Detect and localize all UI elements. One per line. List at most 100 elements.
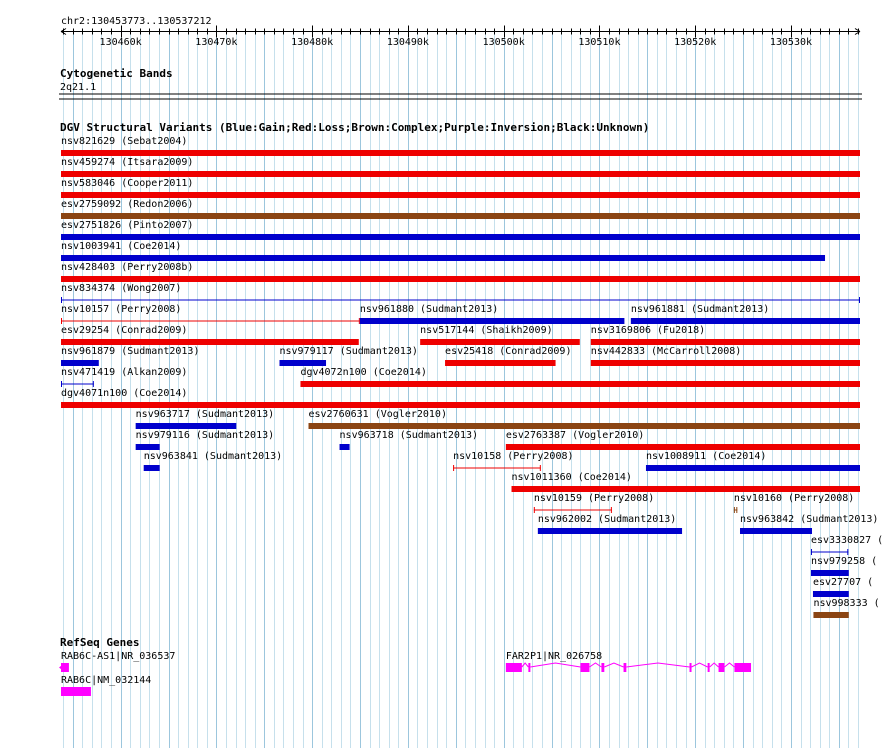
dgv-feature[interactable]: esv3330827 (	[810, 535, 883, 555]
dgv-feature-bar[interactable]	[445, 360, 556, 366]
dgv-feature-bar[interactable]	[61, 234, 860, 240]
refseq-exon[interactable]	[623, 663, 627, 672]
dgv-feature-bar[interactable]	[61, 192, 860, 198]
dgv-feature[interactable]: esv2760631 (Vogler2010)	[308, 409, 860, 429]
dgv-feature-bar[interactable]	[645, 465, 860, 471]
refseq-exon[interactable]	[689, 663, 692, 672]
ruler-tick-label: 130490k	[387, 37, 429, 48]
dgv-feature[interactable]: nsv10157 (Perry2008)	[61, 304, 360, 324]
refseq-exon[interactable]	[718, 663, 725, 672]
dgv-feature-bar[interactable]	[505, 444, 860, 450]
dgv-feature[interactable]: nsv979117 (Sudmant2013)	[279, 346, 418, 366]
dgv-feature[interactable]: nsv962002 (Sudmant2013)	[537, 514, 683, 534]
refseq-exon[interactable]	[505, 663, 522, 672]
dgv-feature-bar[interactable]	[300, 381, 860, 387]
dgv-feature[interactable]: nsv471419 (Alkan2009)	[61, 367, 187, 387]
refseq-gene[interactable]: RAB6C-AS1|NR_036537	[59, 651, 175, 672]
dgv-feature-bar[interactable]	[61, 402, 860, 408]
dgv-feature[interactable]: nsv1011360 (Coe2014)	[511, 472, 860, 492]
dgv-feature-bar[interactable]	[61, 150, 860, 156]
dgv-feature-bar[interactable]	[279, 360, 327, 366]
coordinate-ruler[interactable]: 130460k 130470k 130480k 130490k 130500k 13051…	[60, 25, 861, 49]
dgv-feature-bar[interactable]	[61, 213, 860, 219]
dgv-feature[interactable]: nsv10158 (Perry2008)	[453, 451, 574, 471]
dgv-feature-bar[interactable]	[61, 171, 860, 177]
dgv-feature-bar[interactable]	[135, 423, 237, 429]
dgv-feature-label: nsv10157 (Perry2008)	[61, 304, 181, 315]
ruler-tick-label: 130470k	[195, 37, 237, 48]
dgv-feature[interactable]: nsv3169806 (Fu2018)	[590, 325, 860, 345]
dgv-feature-label: esv29254 (Conrad2009)	[61, 325, 187, 336]
location-label: chr2:130453773..130537212	[61, 16, 212, 27]
dgv-feature[interactable]: nsv517144 (Shaikh2009)	[420, 325, 580, 345]
dgv-feature-bar[interactable]	[739, 528, 813, 534]
refseq-exon[interactable]	[528, 663, 531, 672]
dgv-feature[interactable]: esv2751826 (Pinto2007)	[61, 220, 860, 240]
dgv-feature-label: esv3330827 (	[811, 535, 883, 546]
dgv-feature-label: esv27707 (	[813, 577, 873, 588]
refseq-exon[interactable]	[707, 663, 710, 672]
dgv-feature[interactable]: esv25418 (Conrad2009)	[445, 346, 571, 366]
dgv-feature[interactable]: esv2763387 (Vogler2010)	[505, 430, 860, 450]
dgv-feature[interactable]: nsv1008911 (Coe2014)	[645, 451, 860, 471]
dgv-feature[interactable]: esv27707 (	[812, 577, 873, 597]
refseq-exon[interactable]	[61, 687, 91, 696]
dgv-feature-label: nsv963841 (Sudmant2013)	[144, 451, 282, 462]
track-title-cytobands: Cytogenetic Bands	[60, 67, 173, 80]
dgv-feature-bar[interactable]	[61, 360, 99, 366]
dgv-feature[interactable]: nsv459274 (Itsara2009)	[61, 157, 860, 177]
track-title-refseq: RefSeq Genes	[60, 636, 139, 649]
dgv-feature[interactable]: nsv963717 (Sudmant2013)	[135, 409, 274, 429]
refseq-exon[interactable]	[601, 663, 605, 672]
dgv-feature-bar[interactable]	[590, 360, 860, 366]
dgv-feature[interactable]: dgv4071n100 (Coe2014)	[61, 388, 860, 408]
refseq-exon[interactable]	[580, 663, 590, 672]
dgv-feature-bar[interactable]	[308, 423, 860, 429]
dgv-feature[interactable]: nsv963841 (Sudmant2013)	[143, 451, 282, 471]
dgv-feature[interactable]: nsv583046 (Cooper2011)	[61, 178, 860, 198]
dgv-feature[interactable]: esv2759092 (Redon2006)	[61, 199, 860, 219]
dgv-feature-bar[interactable]	[813, 612, 849, 618]
refseq-exon[interactable]	[734, 663, 752, 672]
dgv-feature-label: nsv1011360 (Coe2014)	[512, 472, 632, 483]
dgv-feature[interactable]: nsv442833 (McCarroll2008)	[590, 346, 860, 366]
dgv-feature-bar[interactable]	[630, 318, 860, 324]
dgv-feature[interactable]: nsv834374 (Wong2007)	[61, 283, 860, 303]
dgv-feature-label: nsv1008911 (Coe2014)	[646, 451, 766, 462]
dgv-feature[interactable]: nsv961880 (Sudmant2013)	[359, 304, 625, 324]
dgv-feature-label: nsv963718 (Sudmant2013)	[340, 430, 478, 441]
dgv-feature-bar[interactable]	[61, 255, 826, 261]
dgv-feature[interactable]: nsv963842 (Sudmant2013)	[739, 514, 878, 534]
dgv-feature[interactable]: esv29254 (Conrad2009)	[61, 325, 359, 345]
dgv-feature[interactable]: nsv979116 (Sudmant2013)	[135, 430, 274, 450]
dgv-feature-bar[interactable]	[812, 591, 849, 597]
dgv-feature[interactable]: nsv998333 (	[813, 598, 880, 618]
dgv-feature[interactable]: nsv428403 (Perry2008b)	[61, 262, 860, 282]
dgv-feature-bar[interactable]	[420, 339, 580, 345]
dgv-feature-label: nsv459274 (Itsara2009)	[61, 157, 193, 168]
dgv-feature[interactable]: nsv1003941 (Coe2014)	[61, 241, 826, 261]
dgv-feature-label: esv2759092 (Redon2006)	[61, 199, 193, 210]
dgv-feature-bar[interactable]	[135, 444, 160, 450]
refseq-intron	[724, 662, 735, 668]
dgv-feature-bar[interactable]	[590, 339, 860, 345]
genome-browser-panel: chr2:130453773..130537212 130460k 130470k…	[59, 16, 883, 748]
dgv-feature[interactable]: nsv10159 (Perry2008)	[533, 493, 654, 513]
dgv-feature[interactable]: nsv961881 (Sudmant2013)	[630, 304, 860, 324]
dgv-feature-bar[interactable]	[61, 339, 359, 345]
refseq-gene-label: RAB6C|NM_032144	[61, 675, 151, 686]
dgv-feature-bar[interactable]	[359, 318, 625, 324]
ruler-tick-label: 130460k	[100, 37, 142, 48]
dgv-feature-bar[interactable]	[511, 486, 860, 492]
dgv-feature-bar[interactable]	[143, 465, 160, 471]
dgv-feature-bar[interactable]	[339, 444, 350, 450]
dgv-feature-label: nsv1003941 (Coe2014)	[61, 241, 181, 252]
ruler-tick-label: 130480k	[291, 37, 333, 48]
dgv-feature-bar[interactable]	[61, 276, 860, 282]
dgv-feature-bar[interactable]	[810, 570, 849, 576]
dgv-feature[interactable]: nsv10160 (Perry2008)	[733, 493, 854, 513]
dgv-feature[interactable]: nsv821629 (Sebat2004)	[61, 136, 860, 156]
refseq-gene[interactable]: RAB6C|NM_032144	[61, 675, 151, 696]
dgv-feature-bar[interactable]	[537, 528, 683, 534]
dgv-feature[interactable]: nsv979258 (	[810, 556, 877, 576]
